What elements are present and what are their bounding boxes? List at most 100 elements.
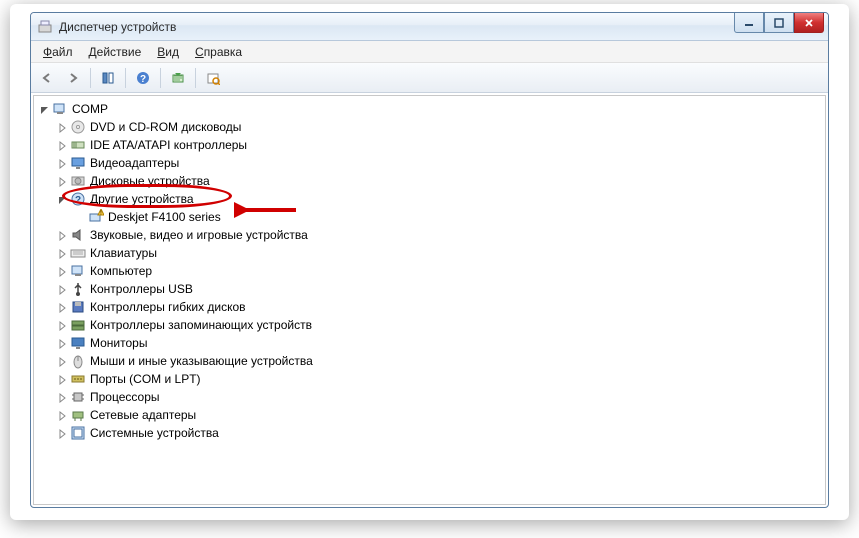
show-hide-tree-button[interactable] [96,66,120,90]
tree-node[interactable]: Клавиатуры [54,244,823,262]
storage-icon [70,317,86,333]
tree-node-label: Контроллеры запоминающих устройств [90,316,312,334]
maximize-button[interactable] [764,13,794,33]
toolbar-separator [90,68,91,88]
tree-node-label: Мониторы [90,334,147,352]
computer-icon [52,101,68,117]
tree-leaf-node[interactable]: ! Deskjet F4100 series [72,208,823,226]
window-title: Диспетчер устройств [59,20,176,34]
tree-node[interactable]: Сетевые адаптеры [54,406,823,424]
menu-file[interactable]: Файл [35,43,81,61]
tree-expander-icon[interactable] [56,247,68,259]
tree-node[interactable]: Системные устройства [54,424,823,442]
tree-node-label: Звуковые, видео и игровые устройства [90,226,308,244]
tree-expander-icon[interactable] [56,139,68,151]
tree-node[interactable]: Видеоадаптеры [54,154,823,172]
tree-node-label: Контроллеры USB [90,280,193,298]
toolbar-separator [125,68,126,88]
network-icon [70,407,86,423]
floppy-icon [70,299,86,315]
tree-node-label: Контроллеры гибких дисков [90,298,246,316]
help-button[interactable]: ? [131,66,155,90]
tree-expander-icon[interactable] [56,355,68,367]
tree-node-label: Порты (COM и LPT) [90,370,201,388]
tree-node[interactable]: Мониторы [54,334,823,352]
tree-expander-icon[interactable] [56,373,68,385]
tree-expander-icon[interactable] [56,301,68,313]
tree-root-node[interactable]: COMP [36,100,823,118]
toolbar-separator [195,68,196,88]
tree-expander-icon[interactable] [38,103,50,115]
tree-node-label: Видеоадаптеры [90,154,179,172]
titlebar[interactable]: Диспетчер устройств [31,13,828,41]
tree-node-label: Дисковые устройства [90,172,210,190]
ide-icon [70,137,86,153]
tree-expander-icon[interactable] [56,265,68,277]
tree-node-label: IDE ATA/ATAPI контроллеры [90,136,247,154]
tree-node[interactable]: Звуковые, видео и игровые устройства [54,226,823,244]
tree-node-label: Клавиатуры [90,244,157,262]
tree-expander-icon[interactable] [56,193,68,205]
forward-button[interactable] [61,66,85,90]
tree-expander-icon[interactable] [56,229,68,241]
device-manager-window: Диспетчер устройств Файл Действие Вид Сп… [30,12,829,508]
system-icon [70,425,86,441]
menu-view[interactable]: Вид [149,43,187,61]
warn-icon: ! [88,209,104,225]
ports-icon [70,371,86,387]
tree-node[interactable]: DVD и CD-ROM дисководы [54,118,823,136]
disc-icon [70,119,86,135]
tree-node[interactable]: Мыши и иные указывающие устройства [54,352,823,370]
display-icon [70,155,86,171]
tree-node-label: Процессоры [90,388,160,406]
tree-node[interactable]: Порты (COM и LPT) [54,370,823,388]
tree-expander-icon[interactable] [56,319,68,331]
tree-node-label: COMP [72,100,108,118]
tree-node[interactable]: Контроллеры гибких дисков [54,298,823,316]
svg-text:?: ? [140,74,146,85]
back-button[interactable] [35,66,59,90]
tree-expander-icon[interactable] [56,283,68,295]
tree-expander-icon[interactable] [56,157,68,169]
close-button[interactable] [794,13,824,33]
computer-icon [70,263,86,279]
menu-action[interactable]: Действие [81,43,150,61]
tree-node-label: Deskjet F4100 series [108,208,221,226]
unknown-icon: ? [70,191,86,207]
tree-node-label: Системные устройства [90,424,219,442]
svg-text:?: ? [75,195,81,206]
tree-node-label: Компьютер [90,262,152,280]
minimize-button[interactable] [734,13,764,33]
tree-expander-icon[interactable] [56,337,68,349]
tree-node[interactable]: Компьютер [54,262,823,280]
tree-expander-icon[interactable] [56,409,68,421]
monitor-icon [70,335,86,351]
tree-expander-icon[interactable] [56,427,68,439]
tree-expander-icon[interactable] [56,175,68,187]
tree-spacer [74,211,86,223]
tree-node[interactable]: Контроллеры USB [54,280,823,298]
scan-hardware-button[interactable] [166,66,190,90]
tree-node[interactable]: Контроллеры запоминающих устройств [54,316,823,334]
keyboard-icon [70,245,86,261]
tree-node[interactable]: Процессоры [54,388,823,406]
tree-node-label: DVD и CD-ROM дисководы [90,118,241,136]
mouse-icon [70,353,86,369]
tree-node-label: Мыши и иные указывающие устройства [90,352,313,370]
tree-expander-icon[interactable] [56,391,68,403]
tree-node[interactable]: IDE ATA/ATAPI контроллеры [54,136,823,154]
toolbar: ? [31,63,828,93]
usb-icon [70,281,86,297]
device-tree-panel[interactable]: COMP DVD и CD-ROM дисководы IDE ATA/ATAP… [33,95,826,505]
cpu-icon [70,389,86,405]
tree-node[interactable]: Дисковые устройства [54,172,823,190]
tree-expander-icon[interactable] [56,121,68,133]
audio-icon [70,227,86,243]
app-icon [37,19,53,35]
menu-help[interactable]: Справка [187,43,250,61]
properties-button[interactable] [201,66,225,90]
menubar: Файл Действие Вид Справка [31,41,828,63]
toolbar-separator [160,68,161,88]
tree-node[interactable]: ? Другие устройства [54,190,823,208]
tree-node-label: Другие устройства [90,190,194,208]
